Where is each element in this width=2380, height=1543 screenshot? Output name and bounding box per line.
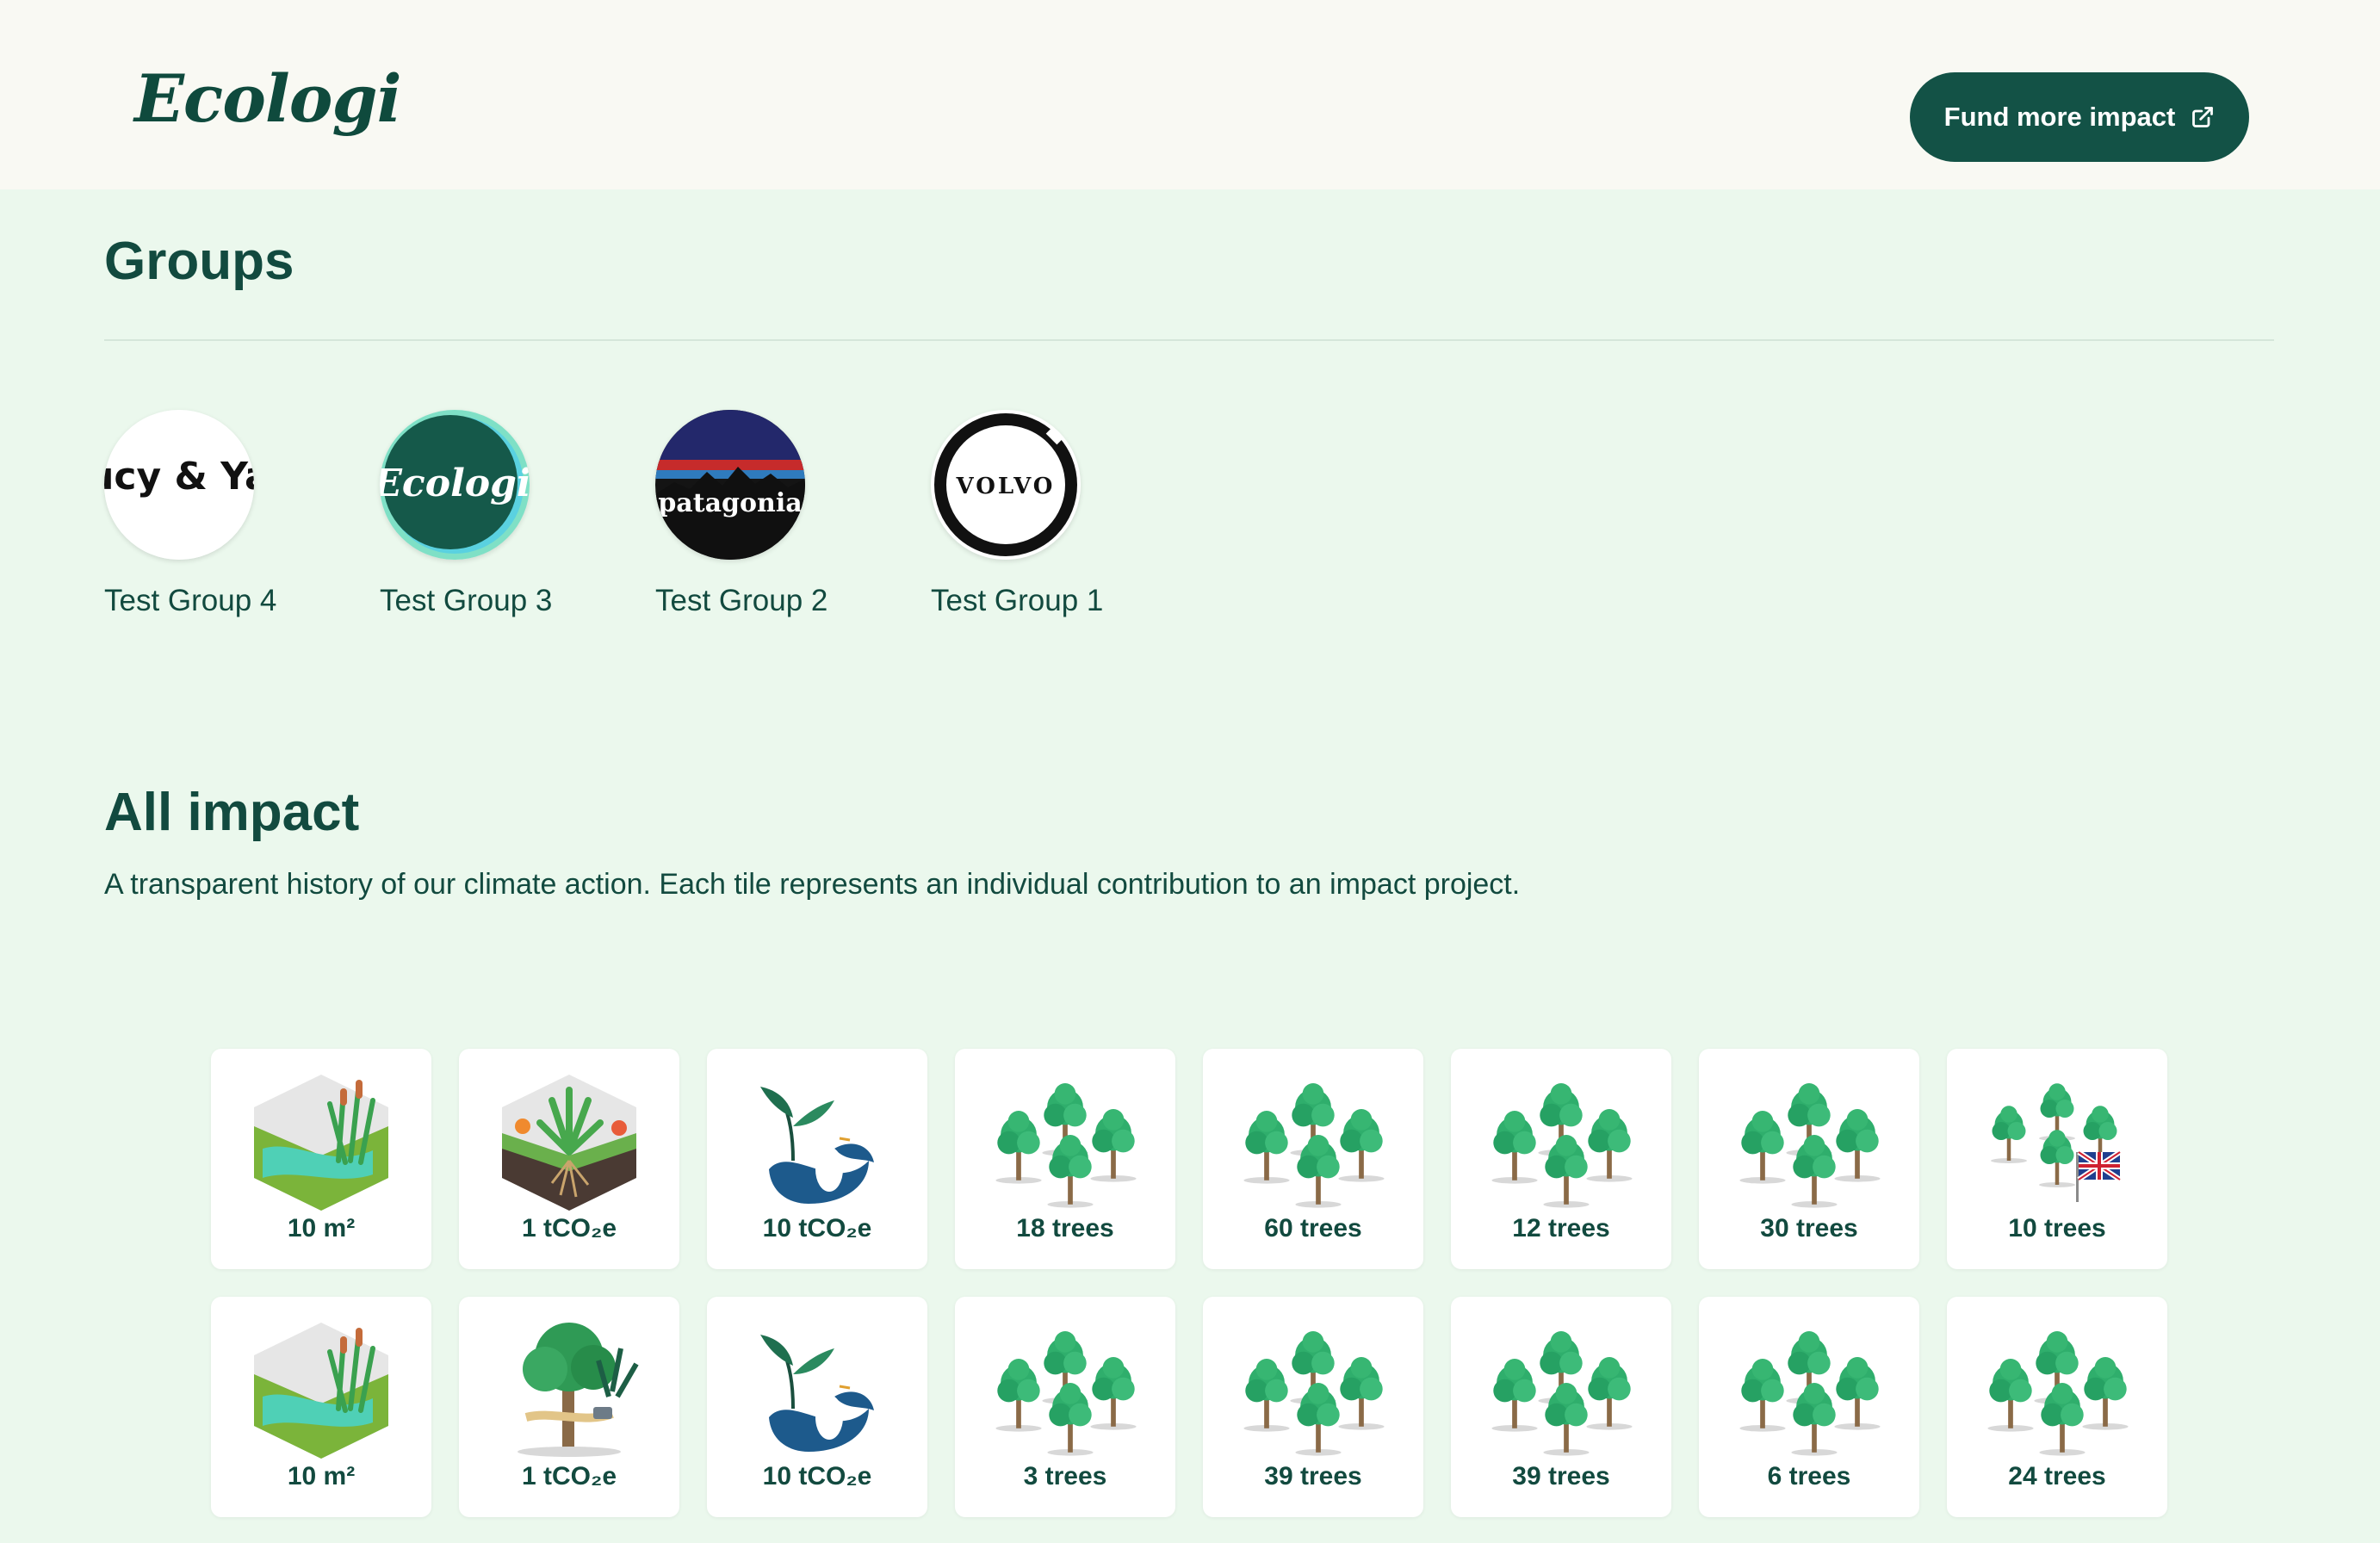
impact-tile[interactable]: 60 trees [1203,1049,1423,1269]
soil-carbon-icon [492,1066,647,1212]
volvo-logo-icon: VOLVO [931,410,1081,560]
avatar: VOLVO [931,410,1081,560]
group-card-test-group-2[interactable]: patagonia Test Group 2 [655,410,862,618]
impact-tile[interactable]: 39 trees [1203,1297,1423,1517]
tile-label: 12 trees [1512,1214,1610,1242]
tile-label: 10 m² [287,1462,356,1490]
group-label: Test Group 4 [104,584,277,617]
tile-label: 39 trees [1512,1462,1610,1490]
impact-tile[interactable]: 1 tCO₂e [459,1297,679,1517]
trees-icon [1732,1314,1887,1460]
trees-icon [1484,1066,1639,1212]
tile-label: 39 trees [1264,1462,1362,1490]
group-label: Test Group 1 [931,584,1104,617]
impact-tile[interactable]: 10 m² [211,1297,431,1517]
trees-icon [988,1314,1143,1460]
groups-heading: Groups [104,232,294,291]
impact-tile[interactable]: 12 trees [1451,1049,1671,1269]
trees-icon [1484,1314,1639,1460]
impact-tile[interactable]: 1 tCO₂e [459,1049,679,1269]
trees-icon [1980,1314,2135,1460]
tile-label: 10 tCO₂e [762,1462,872,1490]
tile-label: 10 m² [287,1214,356,1242]
ecologi-avatar-text: Ecologi [380,462,530,505]
impact-tile[interactable]: 39 trees [1451,1297,1671,1517]
trees-icon [1732,1066,1887,1212]
group-card-test-group-4[interactable]: Lucy & Yak Test Group 4 [104,410,311,618]
patagonia-logo-icon: patagonia [655,410,805,560]
tile-label: 24 trees [2008,1462,2106,1490]
tile-label: 60 trees [1264,1214,1362,1242]
tile-label: 18 trees [1016,1214,1114,1242]
ecologi-logo[interactable]: Ecologi [134,60,401,137]
top-header: Ecologi Fund more impact [0,0,2380,189]
all-impact-description: A transparent history of our climate act… [104,868,1521,901]
trees-icon [1236,1066,1391,1212]
impact-tile[interactable]: 30 trees [1699,1049,1919,1269]
tile-label: 1 tCO₂e [521,1462,617,1490]
impact-tile[interactable]: 6 trees [1699,1297,1919,1517]
ecologi-logo-icon: Ecologi [380,410,530,560]
impact-tile[interactable]: 24 trees [1947,1297,2167,1517]
tile-label: 30 trees [1760,1214,1858,1242]
tile-label: 1 tCO₂e [521,1214,617,1242]
groups-divider [104,339,2274,341]
group-card-test-group-3[interactable]: Ecologi Test Group 3 [380,410,586,618]
lucy-yak-logo-icon: Lucy & Yak [104,410,254,560]
heron-coastal-icon [740,1314,895,1460]
impact-tile[interactable]: 10 tCO₂e [707,1049,927,1269]
group-card-test-group-1[interactable]: VOLVO Test Group 1 [931,410,1137,618]
avatar: Lucy & Yak [104,410,254,560]
tile-label: 10 trees [2008,1214,2106,1242]
external-link-icon [2192,107,2214,127]
impact-tile[interactable]: 10 tCO₂e [707,1297,927,1517]
group-label: Test Group 2 [655,584,828,617]
impact-tile[interactable]: 10 trees [1947,1049,2167,1269]
impact-tile[interactable]: 10 m² [211,1049,431,1269]
group-label: Test Group 3 [380,584,553,617]
trees-icon [988,1066,1143,1212]
trees-uk-flag-icon [1980,1066,2135,1212]
fund-more-impact-button[interactable]: Fund more impact [1910,72,2249,162]
tile-label: 6 trees [1767,1462,1851,1490]
patagonia-logo-text: patagonia [658,488,802,518]
tile-label: 3 trees [1023,1462,1107,1490]
impact-tile[interactable]: 3 trees [955,1297,1175,1517]
all-impact-heading: All impact [104,783,360,842]
lucy-yak-logo-text: Lucy & Yak [104,455,254,499]
avatar: patagonia [655,410,805,560]
volvo-logo-text: VOLVO [956,474,1056,499]
wetland-icon [244,1066,399,1212]
wetland-icon [244,1314,399,1460]
trees-icon [1236,1314,1391,1460]
heron-coastal-icon [740,1066,895,1212]
impact-tile[interactable]: 18 trees [955,1049,1175,1269]
forest-protection-icon [492,1314,647,1460]
tile-label: 10 tCO₂e [762,1214,872,1242]
avatar: Ecologi [380,410,530,560]
fund-more-impact-label: Fund more impact [1943,102,2176,132]
